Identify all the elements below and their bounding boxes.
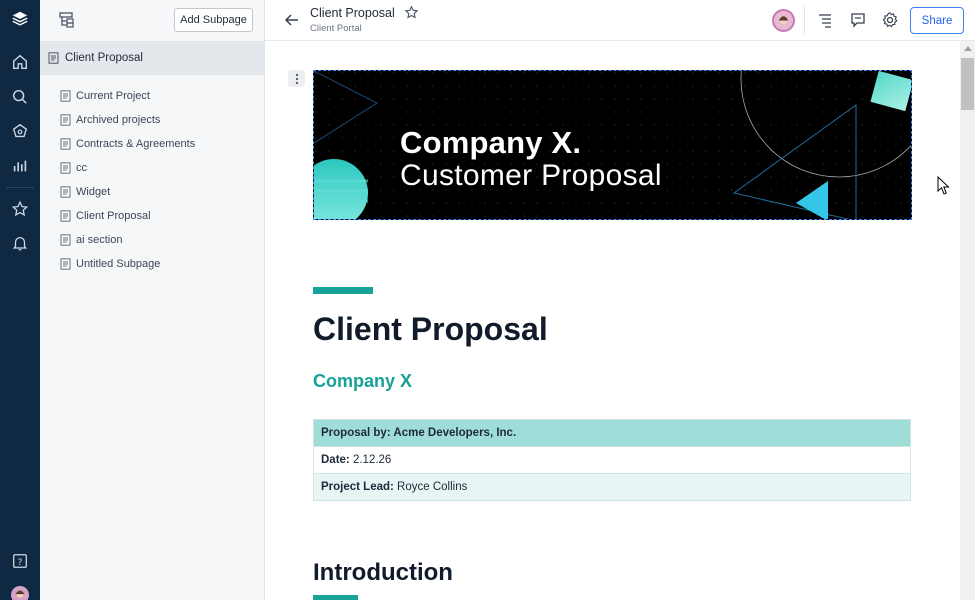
header-divider [804,6,805,34]
page-title: Client Proposal [310,6,395,20]
table-of-contents-icon[interactable] [816,11,834,29]
page-icon [60,90,71,102]
search-icon[interactable] [9,86,31,108]
table-cell[interactable]: Date: 2.12.26 [313,446,911,474]
sidebar-active-label: Client Proposal [65,52,143,64]
page-icon [60,234,71,246]
date-value: 2.12.26 [349,454,392,466]
sidebar-item-label: Archived projects [76,114,161,126]
star-icon[interactable] [9,198,31,220]
home-icon[interactable] [9,51,31,73]
project-lead-value: Royce Collins [393,481,468,493]
sidebar-active-page[interactable]: Client Proposal [40,41,264,75]
sidebar-item-label: Client Proposal [76,210,151,222]
comments-icon[interactable] [849,11,867,29]
block-menu-icon[interactable] [288,70,305,87]
sidebar-item-archived-projects[interactable]: Archived projects [40,108,264,132]
rail-divider [6,187,34,188]
scrollbar-thumb[interactable] [961,58,974,110]
avatar[interactable] [9,584,31,600]
page-tree-icon[interactable] [58,11,76,29]
cover-banner[interactable]: Company X. Customer Proposal [313,70,912,220]
sidebar-item-label: Contracts & Agreements [76,138,196,150]
mouse-pointer-icon [937,176,950,195]
bell-icon[interactable] [9,232,31,254]
document-canvas: Company X. Customer Proposal Client Prop… [265,41,960,600]
sidebar-item-contracts[interactable]: Contracts & Agreements [40,132,264,156]
sidebar-item-cc[interactable]: cc [40,156,264,180]
scroll-up-arrow-icon[interactable] [964,46,972,51]
page-icon [60,186,71,198]
document-subtitle[interactable]: Company X [313,371,412,392]
sidebar-item-label: cc [76,162,87,174]
table-cell[interactable]: Project Lead: Royce Collins [313,473,911,501]
sidebar-toolbar: Add Subpage [40,0,264,40]
sidebar-item-label: Current Project [76,90,150,102]
breadcrumb[interactable]: Client Portal [310,23,362,34]
date-label: Date: [321,454,350,466]
sidebar-item-client-proposal[interactable]: Client Proposal [40,204,264,228]
collaborator-avatar[interactable] [772,9,795,32]
favorite-star-icon[interactable] [404,5,419,20]
proposal-by-label: Proposal by: Acme Developers, Inc. [321,427,517,439]
logo-icon[interactable] [9,8,31,30]
sidebar-item-current-project[interactable]: Current Project [40,84,264,108]
page-icon [60,114,71,126]
share-button[interactable]: Share [910,7,964,34]
settings-gear-icon[interactable] [881,11,899,29]
title-accent-bar [313,287,373,294]
banner-line-1: Company X. [400,125,582,160]
proposal-info-table[interactable]: Proposal by: Acme Developers, Inc. Date:… [313,419,911,501]
page-header: Client Proposal Client Portal Share [265,0,975,41]
table-row: Proposal by: Acme Developers, Inc. [313,419,911,447]
spaces-icon[interactable] [9,120,31,142]
document-title[interactable]: Client Proposal [313,311,548,348]
table-row: Project Lead: Royce Collins [313,473,911,501]
section-accent-bar [313,595,358,600]
add-subpage-button[interactable]: Add Subpage [174,8,253,32]
analytics-icon[interactable] [9,155,31,177]
subpage-list: Current Project Archived projects Contra… [40,84,264,276]
sidebar-item-label: Widget [76,186,111,198]
vertical-scrollbar[interactable] [960,41,975,600]
project-lead-label: Project Lead: [321,481,394,493]
page-icon [60,258,71,270]
table-row: Date: 2.12.26 [313,446,911,474]
page-icon [60,162,71,174]
sidebar-item-ai-section[interactable]: ai section [40,228,264,252]
sidebar-item-label: Untitled Subpage [76,258,161,270]
app-rail: ? [0,0,40,600]
page-icon [48,52,59,64]
sidebar-item-label: ai section [76,234,123,246]
page-icon [60,138,71,150]
sidebar-item-widget[interactable]: Widget [40,180,264,204]
page-icon [60,210,71,222]
sidebar-item-untitled-subpage[interactable]: Untitled Subpage [40,252,264,276]
banner-line-2: Customer Proposal [400,159,662,192]
table-cell[interactable]: Proposal by: Acme Developers, Inc. [313,419,911,447]
help-icon[interactable]: ? [9,550,31,572]
back-arrow-icon[interactable] [283,11,301,29]
section-heading-introduction[interactable]: Introduction [313,559,453,587]
svg-text:?: ? [18,558,23,568]
page-sidebar: Add Subpage Client Proposal Current Proj… [40,0,265,600]
